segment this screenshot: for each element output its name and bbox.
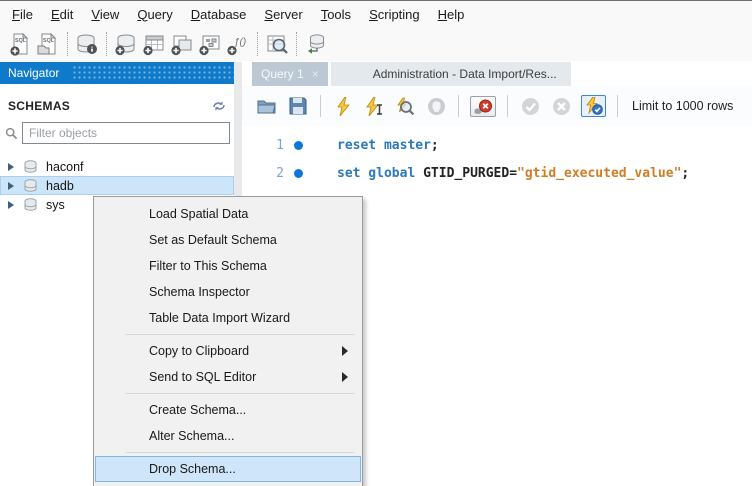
create-new-schema-icon[interactable] xyxy=(112,31,140,57)
menu-tools[interactable]: Tools xyxy=(312,3,360,26)
sql-statement: reset master; xyxy=(337,138,439,153)
reconnect-database-icon[interactable] xyxy=(302,31,330,57)
save-script-icon[interactable] xyxy=(287,96,309,116)
toolbar-separator xyxy=(320,95,321,117)
main-toolbar: SQL SQL xyxy=(0,27,752,61)
chevron-right-icon[interactable] xyxy=(8,182,14,190)
create-new-stored-procedure-icon[interactable] xyxy=(196,31,224,57)
menu-separator xyxy=(126,393,354,394)
mysql-workbench-window: File Edit View Query Database Server Too… xyxy=(0,0,752,486)
menu-item-copy-to-clipboard[interactable]: Copy to Clipboard xyxy=(95,338,361,364)
tab-label: Administration - Data Import/Res... xyxy=(373,67,557,81)
schema-name: haconf xyxy=(46,160,84,174)
navigator-title: Navigator xyxy=(8,66,59,80)
stop-query-icon[interactable] xyxy=(425,96,447,116)
svg-text:SQL: SQL xyxy=(43,38,55,44)
svg-text:SQL: SQL xyxy=(15,38,27,44)
menu-view[interactable]: View xyxy=(82,3,128,26)
toolbar-separator xyxy=(296,32,297,56)
open-sql-script-icon[interactable]: SQL xyxy=(34,31,62,57)
toolbar-separator xyxy=(617,95,618,117)
schema-context-menu: Load Spatial Data Set as Default Schema … xyxy=(93,196,363,486)
limit-rows-dropdown[interactable]: Limit to 1000 rows xyxy=(632,99,733,113)
execute-statements-icon[interactable] xyxy=(332,96,354,116)
line-number: 1 xyxy=(242,138,284,153)
autocommit-toggle[interactable] xyxy=(581,95,606,117)
sql-statement: set global GTID_PURGED="gtid_executed_va… xyxy=(337,166,689,181)
menu-database[interactable]: Database xyxy=(182,3,256,26)
schemas-section-header: SCHEMAS xyxy=(0,96,234,116)
create-new-view-icon[interactable] xyxy=(168,31,196,57)
refresh-schemas-icon[interactable] xyxy=(212,100,226,112)
schema-item-hadb[interactable]: hadb xyxy=(0,176,234,195)
stop-on-error-toggle[interactable] xyxy=(470,96,496,117)
schema-name: sys xyxy=(46,198,65,212)
filter-objects-input[interactable] xyxy=(22,122,230,144)
database-icon xyxy=(23,160,38,173)
code-line-2: 2 set global GTID_PURGED="gtid_executed_… xyxy=(242,159,752,187)
menu-file[interactable]: File xyxy=(3,3,42,26)
schema-inspector-icon[interactable] xyxy=(73,31,101,57)
open-script-icon[interactable] xyxy=(256,96,278,116)
close-icon[interactable]: × xyxy=(312,67,319,81)
menu-item-schema-inspector[interactable]: Schema Inspector xyxy=(95,279,361,305)
svg-text:ƒ(): ƒ() xyxy=(234,37,246,48)
execute-current-statement-icon[interactable] xyxy=(363,96,385,116)
menu-scripting[interactable]: Scripting xyxy=(360,3,429,26)
statement-marker-icon xyxy=(294,169,303,178)
menu-item-alter-schema[interactable]: Alter Schema... xyxy=(95,423,361,449)
menu-edit[interactable]: Edit xyxy=(42,3,82,26)
menu-item-set-as-default-schema[interactable]: Set as Default Schema xyxy=(95,227,361,253)
menu-item-create-schema[interactable]: Create Schema... xyxy=(95,397,361,423)
rollback-transaction-icon[interactable] xyxy=(550,96,572,116)
toolbar-separator xyxy=(106,32,107,56)
tab-query-1[interactable]: Query 1 × xyxy=(252,62,328,86)
menu-server[interactable]: Server xyxy=(255,3,311,26)
schema-item-haconf[interactable]: haconf xyxy=(0,157,234,176)
explain-plan-icon[interactable] xyxy=(394,96,416,116)
toolbar-separator xyxy=(257,32,258,56)
menu-item-drop-schema[interactable]: Drop Schema... xyxy=(95,456,361,482)
menu-bar: File Edit View Query Database Server Too… xyxy=(0,0,752,27)
menu-item-filter-to-this-schema[interactable]: Filter to This Schema xyxy=(95,253,361,279)
line-number: 2 xyxy=(242,166,284,181)
new-sql-tab-icon[interactable]: SQL xyxy=(6,31,34,57)
schema-name: hadb xyxy=(46,179,74,193)
create-new-table-icon[interactable] xyxy=(140,31,168,57)
chevron-right-icon[interactable] xyxy=(8,163,14,171)
tab-administration[interactable]: Administration - Data Import/Res... xyxy=(331,62,571,86)
menu-query[interactable]: Query xyxy=(128,3,181,26)
search-icon xyxy=(5,127,18,140)
submenu-arrow-icon xyxy=(342,346,348,356)
database-icon xyxy=(23,198,38,211)
statement-marker-icon xyxy=(294,141,303,150)
menu-separator xyxy=(126,334,354,335)
menu-item-load-spatial-data[interactable]: Load Spatial Data xyxy=(95,201,361,227)
menu-item-send-to-sql-editor[interactable]: Send to SQL Editor xyxy=(95,364,361,390)
menu-separator xyxy=(126,452,354,453)
schemas-title: SCHEMAS xyxy=(8,99,212,113)
menu-item-table-data-import-wizard[interactable]: Table Data Import Wizard xyxy=(95,305,361,331)
editor-toolbar: Limit to 1000 rows xyxy=(242,86,752,126)
submenu-arrow-icon xyxy=(342,372,348,382)
toolbar-separator xyxy=(458,95,459,117)
toolbar-separator xyxy=(507,95,508,117)
chevron-right-icon[interactable] xyxy=(8,201,14,209)
toolbar-separator xyxy=(67,32,68,56)
database-icon xyxy=(23,179,38,192)
navigator-header[interactable]: Navigator xyxy=(0,62,234,84)
commit-transaction-icon[interactable] xyxy=(519,96,541,116)
tab-label: Query 1 xyxy=(261,67,304,81)
editor-tabstrip: Query 1 × Administration - Data Import/R… xyxy=(242,62,752,86)
menu-help[interactable]: Help xyxy=(429,3,474,26)
filter-row xyxy=(0,122,234,144)
code-line-1: 1 reset master; xyxy=(242,131,752,159)
search-table-data-icon[interactable] xyxy=(263,31,291,57)
navigator-header-pattern xyxy=(72,65,234,81)
create-new-function-icon[interactable]: ƒ() xyxy=(224,31,252,57)
